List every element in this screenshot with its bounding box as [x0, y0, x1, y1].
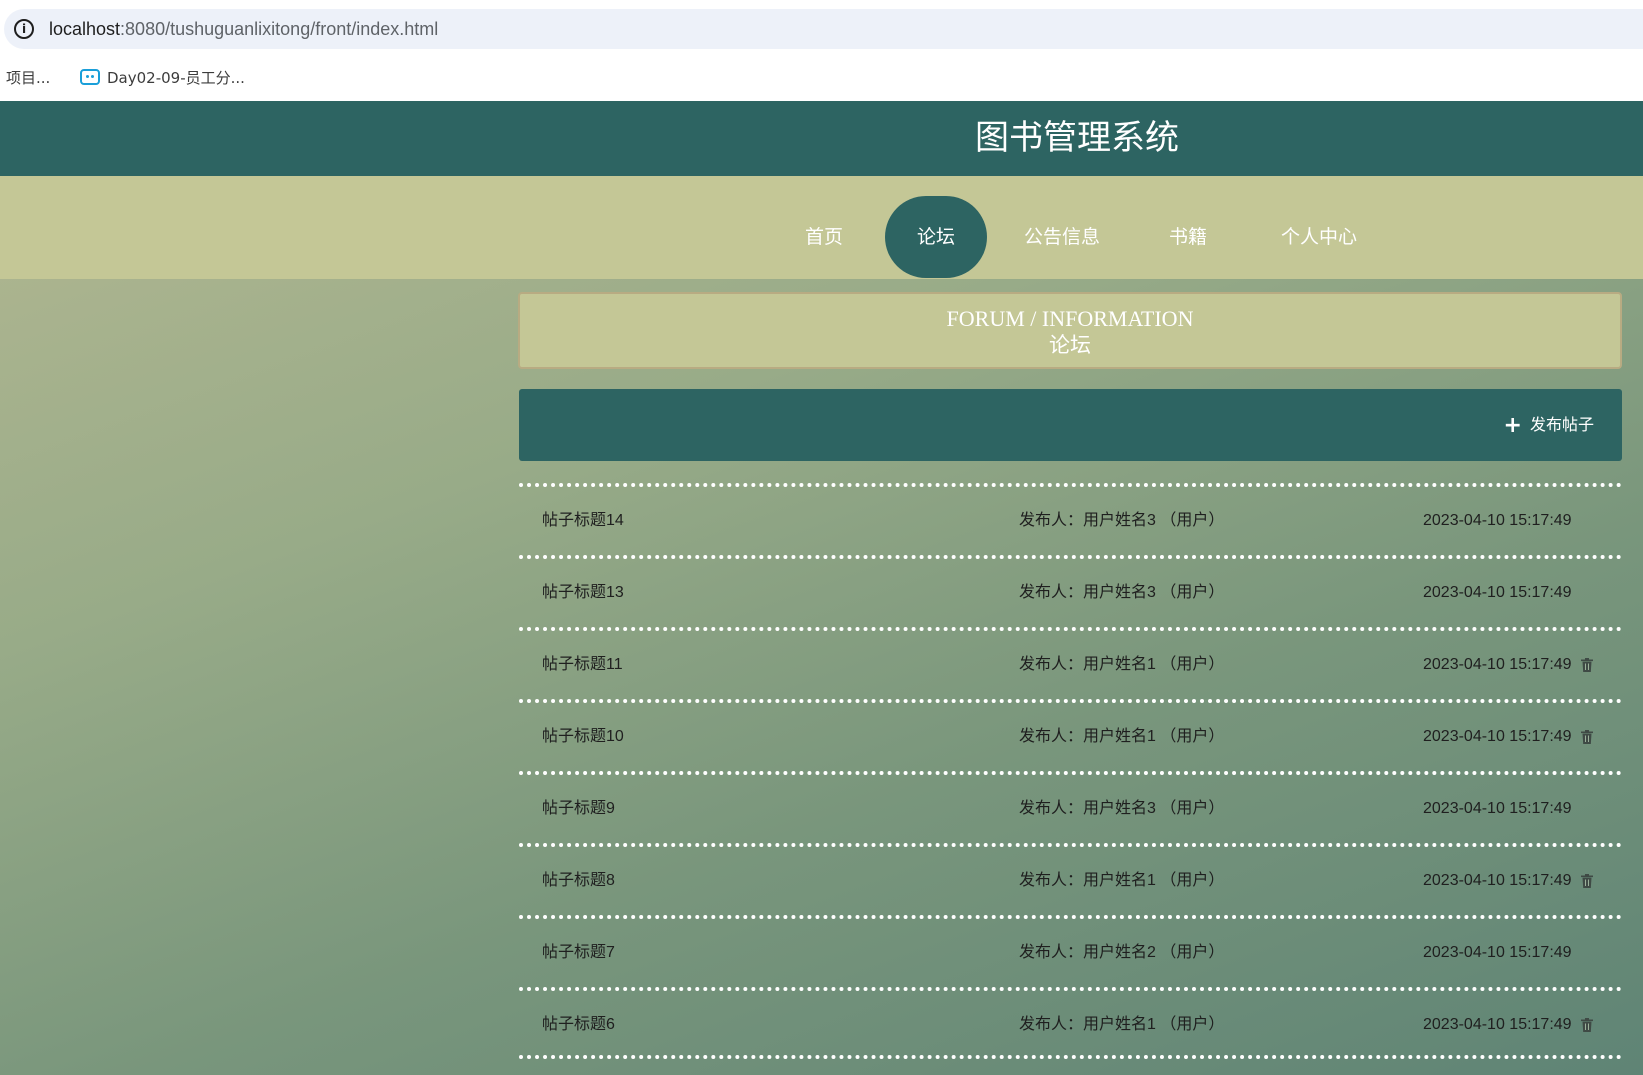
- post-title[interactable]: 帖子标题11: [542, 653, 623, 677]
- post-author: 发布人：用户姓名3 （用户）: [1019, 800, 1225, 817]
- forum-action-bar: + 发布帖子: [519, 389, 1622, 461]
- post-author: 发布人：用户姓名1 （用户）: [1019, 1016, 1225, 1033]
- section-heading-cn: 论坛: [1049, 333, 1091, 357]
- nav-item-profile[interactable]: 个人中心: [1280, 196, 1358, 278]
- nav-item-notices[interactable]: 公告信息: [1023, 196, 1101, 278]
- section-heading: FORUM / INFORMATION 论坛: [518, 292, 1622, 369]
- bookmarks-bar: 项目... Day02-09-员工分...: [0, 56, 1643, 101]
- post-row[interactable]: 帖子标题13 发布人：用户姓名3 （用户） 2023-04-10 15:17:49: [519, 555, 1622, 627]
- post-time: 2023-04-10 15:17:49: [1423, 944, 1572, 961]
- section-heading-en: FORUM / INFORMATION: [946, 306, 1194, 331]
- nav-item-home[interactable]: 首页: [800, 196, 848, 278]
- post-title[interactable]: 帖子标题9: [542, 797, 615, 821]
- url-host: localhost: [49, 19, 121, 39]
- post-row[interactable]: 帖子标题7 发布人：用户姓名2 （用户） 2023-04-10 15:17:49: [519, 915, 1622, 987]
- url-text[interactable]: localhost:8080/tushuguanlixitong/front/i…: [49, 17, 438, 41]
- browser-address-bar: i localhost:8080/tushuguanlixitong/front…: [0, 0, 1643, 56]
- post-author: 发布人：用户姓名1 （用户）: [1019, 656, 1225, 673]
- site-title: 图书管理系统: [975, 118, 1179, 158]
- post-list: 帖子标题14 发布人：用户姓名3 （用户） 2023-04-10 15:17:49 帖…: [519, 483, 1622, 1059]
- post-title[interactable]: 帖子标题13: [542, 581, 624, 605]
- trash-icon[interactable]: [1581, 1018, 1593, 1032]
- plus-icon: +: [1503, 413, 1522, 438]
- bookmark-label: Day02-09-员工分...: [107, 69, 245, 87]
- post-row[interactable]: 帖子标题6 发布人：用户姓名1 （用户） 2023-04-10 15:17:49: [519, 987, 1622, 1059]
- post-title[interactable]: 帖子标题8: [542, 869, 615, 893]
- trash-icon[interactable]: [1581, 730, 1593, 744]
- bookmark-item-project[interactable]: 项目...: [6, 67, 50, 89]
- main-nav: 首页 论坛 公告信息 书籍 个人中心: [0, 176, 1643, 279]
- post-row[interactable]: 帖子标题11 发布人：用户姓名1 （用户） 2023-04-10 15:17:49: [519, 627, 1622, 699]
- post-title[interactable]: 帖子标题6: [542, 1013, 615, 1037]
- post-author: 发布人：用户姓名3 （用户）: [1019, 584, 1225, 601]
- bookmark-item-day02[interactable]: Day02-09-员工分...: [80, 67, 245, 89]
- post-time: 2023-04-10 15:17:49: [1423, 800, 1572, 817]
- publish-post-label: 发布帖子: [1529, 415, 1594, 434]
- site-header: 图书管理系统: [0, 101, 1643, 176]
- trash-icon[interactable]: [1581, 658, 1593, 672]
- post-author: 发布人：用户姓名2 （用户）: [1019, 944, 1225, 961]
- publish-post-button[interactable]: + 发布帖子: [1504, 413, 1594, 437]
- post-title[interactable]: 帖子标题14: [542, 509, 624, 533]
- post-time: 2023-04-10 15:17:49: [1423, 1016, 1572, 1033]
- post-row[interactable]: 帖子标题14 发布人：用户姓名3 （用户） 2023-04-10 15:17:49: [519, 483, 1622, 555]
- post-title[interactable]: 帖子标题10: [542, 725, 624, 749]
- trash-icon[interactable]: [1581, 874, 1593, 888]
- post-author: 发布人：用户姓名3 （用户）: [1019, 512, 1225, 529]
- post-time: 2023-04-10 15:17:49: [1423, 512, 1572, 529]
- post-row[interactable]: 帖子标题8 发布人：用户姓名1 （用户） 2023-04-10 15:17:49: [519, 843, 1622, 915]
- post-row[interactable]: 帖子标题9 发布人：用户姓名3 （用户） 2023-04-10 15:17:49: [519, 771, 1622, 843]
- nav-item-books[interactable]: 书籍: [1167, 196, 1209, 278]
- bilibili-icon: [80, 69, 100, 85]
- post-time: 2023-04-10 15:17:49: [1423, 728, 1572, 745]
- post-time: 2023-04-10 15:17:49: [1423, 872, 1572, 889]
- site-info-icon[interactable]: i: [14, 19, 34, 39]
- url-path: :8080/tushuguanlixitong/front/index.html: [120, 19, 439, 39]
- post-author: 发布人：用户姓名1 （用户）: [1019, 872, 1225, 889]
- post-row[interactable]: 帖子标题10 发布人：用户姓名1 （用户） 2023-04-10 15:17:49: [519, 699, 1622, 771]
- post-title[interactable]: 帖子标题7: [542, 941, 615, 965]
- page-body: 图书管理系统 首页 论坛 公告信息 书籍 个人中心 FORUM / INFORM…: [0, 101, 1643, 1075]
- post-author: 发布人：用户姓名1 （用户）: [1019, 728, 1225, 745]
- nav-item-forum[interactable]: 论坛: [885, 196, 987, 278]
- post-time: 2023-04-10 15:17:49: [1423, 584, 1572, 601]
- post-time: 2023-04-10 15:17:49: [1423, 656, 1572, 673]
